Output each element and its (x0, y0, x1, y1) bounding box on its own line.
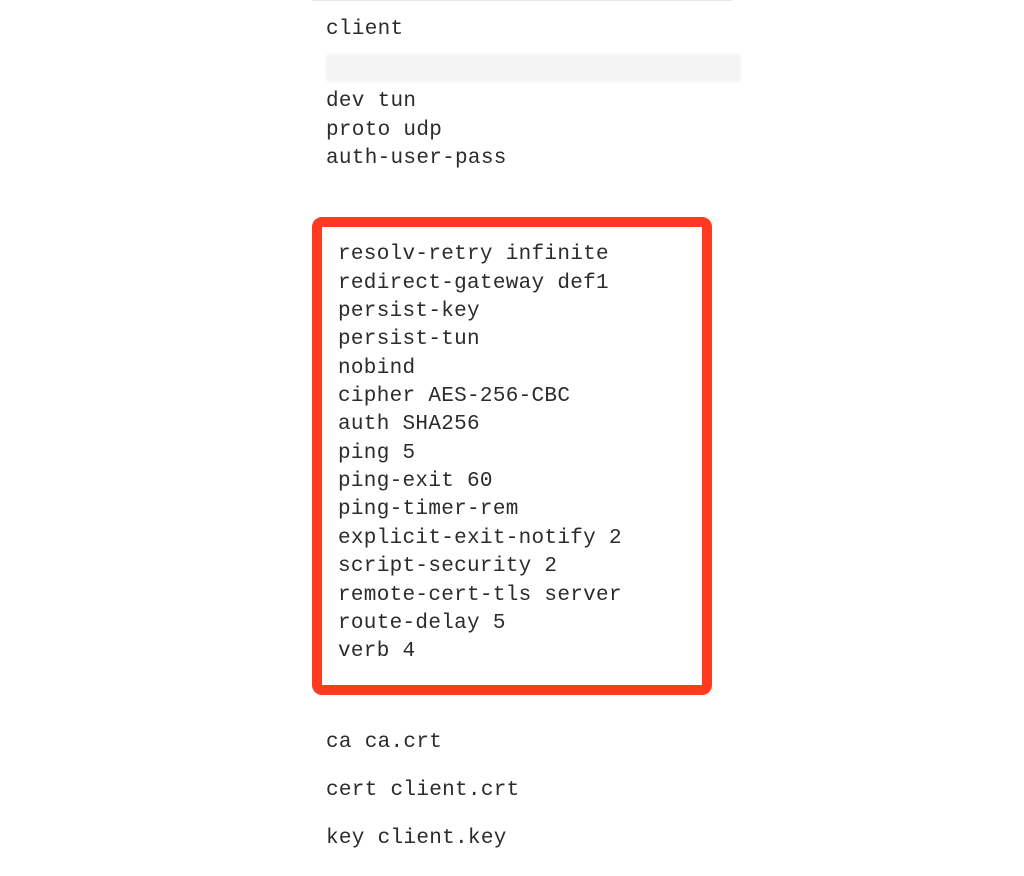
config-line-ca: ca ca.crt (326, 729, 872, 757)
config-line-remote-cert-tls: remote-cert-tls server (338, 582, 686, 610)
highlighted-config-block: resolv-retry infinite redirect-gateway d… (312, 217, 712, 694)
config-line-key: key client.key (326, 825, 872, 853)
config-line-persist-key: persist-key (338, 298, 686, 326)
redacted-block (326, 54, 741, 82)
config-line-auth: auth SHA256 (338, 411, 686, 439)
config-line-client: client (326, 16, 872, 44)
certificates-block: ca ca.crt cert client.crt key client.key (312, 695, 872, 854)
config-line-ping-exit: ping-exit 60 (338, 468, 686, 496)
config-line-route-delay: route-delay 5 (338, 610, 686, 638)
config-line-redirect-gateway: redirect-gateway def1 (338, 270, 686, 298)
config-line-explicit-exit-notify: explicit-exit-notify 2 (338, 525, 686, 553)
config-line-cert: cert client.crt (326, 777, 872, 805)
config-line-cipher: cipher AES-256-CBC (338, 383, 686, 411)
config-line-persist-tun: persist-tun (338, 326, 686, 354)
config-line-verb: verb 4 (338, 638, 686, 666)
config-line-ping-timer-rem: ping-timer-rem (338, 496, 686, 524)
config-page: client dev tun proto udp auth-user-pass … (312, 0, 872, 874)
config-line-resolv-retry: resolv-retry infinite (338, 241, 686, 269)
config-header-block: client dev tun proto udp auth-user-pass (312, 0, 872, 173)
config-line-nobind: nobind (338, 355, 686, 383)
config-line-proto: proto udp (326, 117, 872, 145)
config-line-dev: dev tun (326, 88, 872, 116)
spacer (312, 173, 872, 217)
config-line-ping: ping 5 (338, 440, 686, 468)
config-line-script-security: script-security 2 (338, 553, 686, 581)
config-line-auth-user-pass: auth-user-pass (326, 145, 872, 173)
